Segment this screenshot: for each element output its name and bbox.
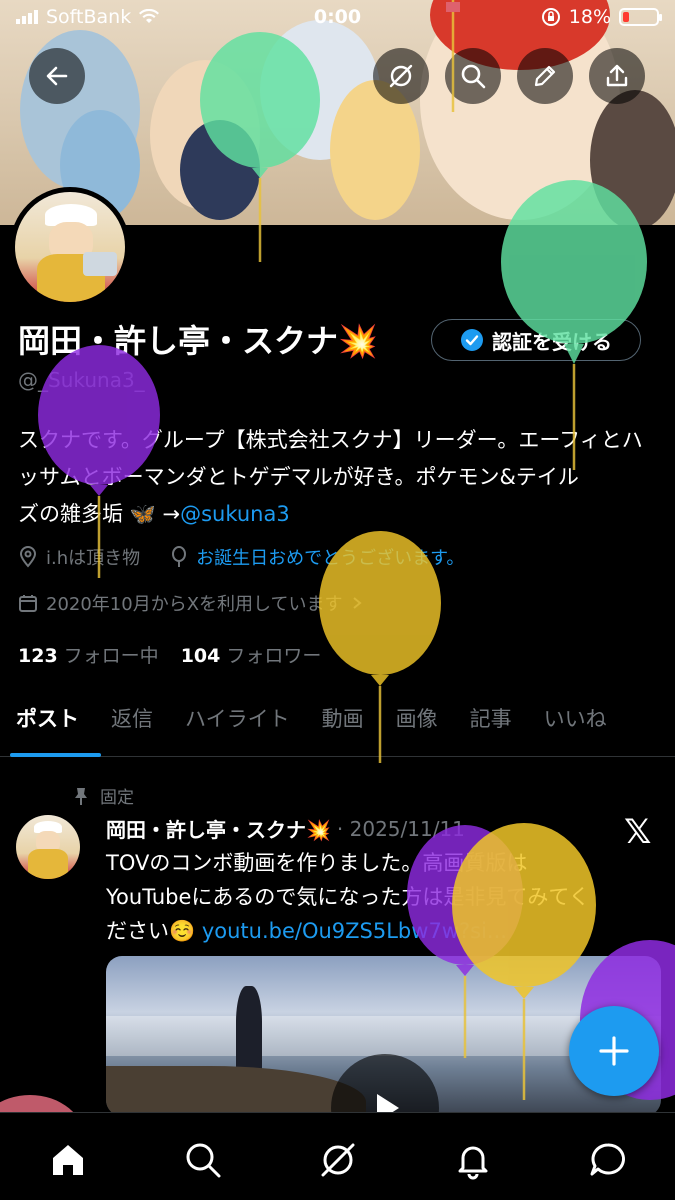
- battery-percent: 18%: [568, 6, 611, 28]
- nav-notifications[interactable]: [443, 1135, 503, 1185]
- profile-handle: @_Sukuna3_: [18, 368, 145, 392]
- tab-media[interactable]: 画像: [380, 695, 454, 757]
- tab-replies[interactable]: 返信: [95, 695, 169, 757]
- post-text-line: ださい☺️: [106, 919, 202, 943]
- orientation-lock-icon: [541, 8, 560, 26]
- followers-label: フォロワー: [226, 645, 322, 667]
- tab-likes[interactable]: いいね: [528, 695, 623, 757]
- notifications-bell-icon: [458, 1146, 487, 1180]
- back-button[interactable]: [29, 48, 85, 104]
- following-label: フォロー中: [63, 645, 159, 667]
- nav-grok[interactable]: [308, 1135, 368, 1185]
- bio-line: スクナです。グループ【株式会社スクナ】リーダー。エーフィとハ: [18, 428, 643, 452]
- nav-messages[interactable]: [578, 1135, 638, 1185]
- following-count: 123: [18, 645, 58, 667]
- active-tab-indicator: [10, 753, 101, 757]
- joined-date: 2020年10月からXを利用しています: [18, 590, 363, 616]
- tab-videos[interactable]: 動画: [306, 695, 380, 757]
- location-text: i.hは頂き物: [46, 548, 141, 569]
- location-pin-icon: [19, 546, 37, 568]
- post-body: TOVのコンボ動画を作りました。高画質版は YouTubeにあるので気になった方…: [106, 846, 646, 948]
- back-arrow-icon: [46, 66, 68, 86]
- search-button[interactable]: [445, 48, 501, 104]
- follow-counts: 123 フォロー中 104 フォロワー: [18, 641, 321, 668]
- search-icon: [186, 1143, 220, 1178]
- edit-pencil-icon: [534, 65, 556, 87]
- tab-label: 動画: [321, 707, 364, 731]
- tab-label: 返信: [111, 707, 153, 731]
- bottom-navigation: [0, 1112, 675, 1200]
- post-text-line: YouTubeにあるので気になった方は是非見てみてく: [106, 885, 590, 909]
- tab-posts[interactable]: ポスト: [0, 695, 101, 757]
- chevron-right-icon: [352, 597, 362, 609]
- followers-link[interactable]: 104 フォロワー: [181, 641, 322, 668]
- compose-post-button[interactable]: [569, 1006, 659, 1096]
- tab-articles[interactable]: 記事: [454, 695, 528, 757]
- edit-profile-button[interactable]: [517, 48, 573, 104]
- share-icon: [606, 64, 628, 87]
- grok-icon: [321, 1143, 354, 1177]
- post-header: 岡田・許し亭・スクナ💥 · 2025/11/11: [106, 814, 465, 843]
- followers-count: 104: [180, 645, 221, 667]
- pin-icon: [75, 787, 87, 805]
- post-author-avatar[interactable]: [16, 815, 80, 879]
- tab-label: ポスト: [16, 707, 79, 731]
- joined-text: 2020年10月からXを利用しています: [46, 594, 343, 615]
- battery-icon: [619, 8, 662, 26]
- nav-home[interactable]: [38, 1135, 98, 1185]
- tab-label: 記事: [469, 707, 512, 731]
- profile-bio: スクナです。グループ【株式会社スクナ】リーダー。エーフィとハ ッサムとボーマンダ…: [18, 422, 663, 533]
- tab-label: いいね: [543, 707, 607, 731]
- profile-tabs: ポスト 返信 ハイライト 動画 画像 記事 いいね: [0, 695, 675, 757]
- birthday-text[interactable]: お誕生日おめでとうございます。: [196, 544, 464, 570]
- messages-icon: [590, 1143, 625, 1176]
- home-icon: [52, 1145, 83, 1175]
- post-date: · 2025/11/11: [336, 816, 465, 841]
- post-link[interactable]: youtu.be/Ou9ZS5Lbw7w?si...: [202, 919, 507, 943]
- nav-search[interactable]: [173, 1135, 233, 1185]
- profile-meta: i.hは頂き物 お誕生日おめでとうございます。: [18, 544, 464, 570]
- pinned-label: 固定: [100, 788, 134, 808]
- profile-banner[interactable]: SoftBank 0:00 18%: [0, 0, 675, 225]
- tab-highlights[interactable]: ハイライト: [169, 695, 306, 757]
- grok-icon: [389, 64, 413, 88]
- bio-mention-link[interactable]: @sukuna3: [180, 502, 290, 526]
- plus-icon: [599, 1036, 629, 1066]
- following-link[interactable]: 123 フォロー中: [18, 641, 159, 668]
- bio-line: ズの雑多垢 🦋 →: [18, 502, 181, 526]
- tab-label: ハイライト: [185, 707, 290, 731]
- balloon-birthday-icon: [172, 546, 187, 567]
- pinned-indicator: 固定: [72, 783, 134, 808]
- search-icon: [461, 64, 486, 89]
- play-button[interactable]: [331, 1054, 439, 1116]
- status-bar: SoftBank 0:00 18%: [0, 0, 675, 40]
- profile-avatar[interactable]: [10, 187, 130, 307]
- profile-display-name: 岡田・許し亭・スクナ💥: [18, 322, 378, 360]
- grok-button[interactable]: [373, 48, 429, 104]
- share-button[interactable]: [589, 48, 645, 104]
- post-author-name[interactable]: 岡田・許し亭・スクナ💥: [106, 814, 331, 843]
- tab-label: 画像: [395, 707, 438, 731]
- get-verified-label: 認証を受ける: [492, 329, 612, 354]
- verified-badge-icon: [461, 329, 483, 351]
- bio-line: ッサムとボーマンダとトゲデマルが好き。ポケモン&テイル: [18, 465, 579, 489]
- post-text-line: TOVのコンボ動画を作りました。高画質版は: [106, 851, 528, 875]
- get-verified-button[interactable]: 認証を受ける: [431, 319, 641, 361]
- calendar-icon: [19, 595, 37, 612]
